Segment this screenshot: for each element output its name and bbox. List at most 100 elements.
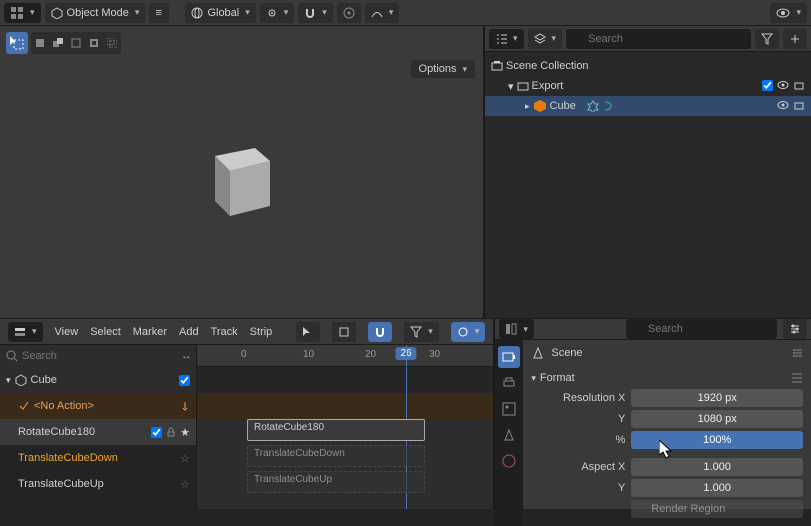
tab-world[interactable] <box>498 450 520 472</box>
outliner-search[interactable] <box>566 29 751 49</box>
menu-select[interactable]: Select <box>90 326 121 338</box>
cursor-box-icon <box>10 36 24 50</box>
track-rotate[interactable]: RotateCube180 ★ <box>0 419 196 445</box>
modifier-icon <box>602 100 614 112</box>
track-down[interactable]: TranslateCubeDown ☆ <box>0 445 196 471</box>
field-aspect-x[interactable]: 1.000 <box>631 458 803 476</box>
plus-icon <box>789 33 801 45</box>
tab-viewlayer[interactable] <box>498 398 520 420</box>
orientation-selector[interactable]: Global <box>185 3 255 23</box>
snap-tool[interactable] <box>332 322 356 342</box>
track-up[interactable]: TranslateCubeUp ☆ <box>0 471 196 497</box>
3d-viewport[interactable]: Options <box>0 26 484 318</box>
snap-enabled[interactable] <box>368 322 392 342</box>
visibility-selector[interactable] <box>770 3 807 23</box>
resize-icon[interactable]: ↔ <box>181 350 192 362</box>
menu-expand-icon[interactable]: ≡ <box>149 3 169 23</box>
props-type[interactable] <box>499 319 534 339</box>
nla-channels: ↔ ▾ Cube <No Action> RotateCube180 <box>0 345 197 509</box>
layers-icon <box>534 33 546 45</box>
channel-mute[interactable] <box>179 375 190 386</box>
list-toggle-icon[interactable] <box>793 348 803 358</box>
mode-label: Object Mode <box>67 7 129 19</box>
proportional-falloff[interactable] <box>365 3 400 23</box>
new-collection[interactable] <box>783 29 807 49</box>
tab-output[interactable] <box>498 372 520 394</box>
mode-selector[interactable]: Object Mode <box>45 3 146 23</box>
field-resolution-pct[interactable]: 100% <box>631 431 803 449</box>
select-extend[interactable] <box>49 32 67 54</box>
circle-dot-icon <box>343 7 355 19</box>
channel-object[interactable]: ▾ Cube <box>0 367 196 393</box>
props-options[interactable] <box>783 319 807 339</box>
snap-toggle[interactable] <box>298 3 333 23</box>
track-enable[interactable] <box>151 427 162 438</box>
channel-noaction[interactable]: <No Action> <box>0 393 196 419</box>
menu-strip[interactable]: Strip <box>250 326 273 338</box>
proportional-edit[interactable] <box>337 3 361 23</box>
menu-track[interactable]: Track <box>211 326 238 338</box>
pivot-selector[interactable] <box>260 3 295 23</box>
printer-icon <box>502 376 516 390</box>
camera-icon[interactable] <box>793 100 805 112</box>
tab-render[interactable] <box>498 346 520 368</box>
camera-icon[interactable] <box>793 80 805 92</box>
row-resolution-x: Resolution X 1920 px <box>531 388 803 408</box>
tree-row-scene-collection[interactable]: Scene Collection <box>485 56 811 76</box>
eye-icon[interactable] <box>777 100 789 110</box>
exclude-checkbox[interactable] <box>762 80 773 91</box>
nla-type[interactable] <box>8 322 43 342</box>
tab-scene[interactable] <box>498 424 520 446</box>
strip-rotate[interactable]: RotateCube180 <box>247 419 425 441</box>
star-icon[interactable]: ☆ <box>180 478 190 491</box>
nla-tracks-area[interactable]: 0 10 20 30 26 RotateCube180 TranslateCub… <box>197 345 493 509</box>
star-icon[interactable]: ☆ <box>180 452 190 465</box>
camera-back-icon <box>502 350 516 364</box>
menu-marker[interactable]: Marker <box>133 326 167 338</box>
nla-editor: View Select Marker Add Track Strip ↔ ▾ <box>0 319 494 509</box>
tree-row-export[interactable]: ▾ Export <box>485 76 811 96</box>
marker-sync[interactable] <box>451 322 486 342</box>
menu-add[interactable]: Add <box>179 326 199 338</box>
props-search[interactable] <box>626 319 777 339</box>
field-resolution-x[interactable]: 1920 px <box>631 389 803 407</box>
preset-icon[interactable] <box>791 373 803 383</box>
modifier-icon <box>587 100 599 112</box>
select-invert[interactable] <box>85 32 103 54</box>
select-tool[interactable] <box>6 32 28 54</box>
select-new[interactable] <box>31 32 49 54</box>
editor-type-selector[interactable] <box>4 3 41 23</box>
search-icon <box>6 350 18 362</box>
strip-up[interactable]: TranslateCubeUp <box>247 471 425 493</box>
strip-down[interactable]: TranslateCubeDown <box>247 445 425 467</box>
filter-button[interactable] <box>755 29 779 49</box>
select-subtract[interactable] <box>67 32 85 54</box>
select-mode-group <box>31 32 121 54</box>
select-intersect[interactable] <box>103 32 121 54</box>
tree-row-cube[interactable]: ▸ Cube <box>485 96 811 116</box>
format-panel-header[interactable]: ▾ Format <box>531 368 803 388</box>
disclosure-icon[interactable]: ▸ <box>525 101 530 112</box>
eye-icon[interactable] <box>777 80 789 90</box>
sliders-icon <box>789 323 801 335</box>
options-button[interactable]: Options <box>411 60 475 78</box>
disclosure-icon[interactable]: ▾ <box>508 80 514 93</box>
star-icon[interactable]: ★ <box>180 426 190 439</box>
field-resolution-y[interactable]: 1080 px <box>631 410 803 428</box>
mesh-icon <box>533 99 547 113</box>
channel-search[interactable] <box>4 350 181 362</box>
outliner-type[interactable] <box>489 29 524 49</box>
cube-mesh[interactable] <box>200 136 280 226</box>
list-icon <box>495 33 507 45</box>
menu-view[interactable]: View <box>55 326 79 338</box>
field-aspect-y[interactable]: 1.000 <box>631 479 803 497</box>
cursor-tool[interactable] <box>296 322 320 342</box>
lock-icon[interactable] <box>166 427 176 437</box>
outliner-display[interactable] <box>528 29 563 49</box>
filter-dropdown[interactable] <box>404 322 439 342</box>
pin-icon[interactable] <box>180 401 190 411</box>
frame-ruler[interactable]: 0 10 20 30 26 <box>197 345 493 367</box>
cube-icon <box>51 7 63 19</box>
globe-icon <box>191 7 203 19</box>
magnet-icon <box>304 7 316 19</box>
